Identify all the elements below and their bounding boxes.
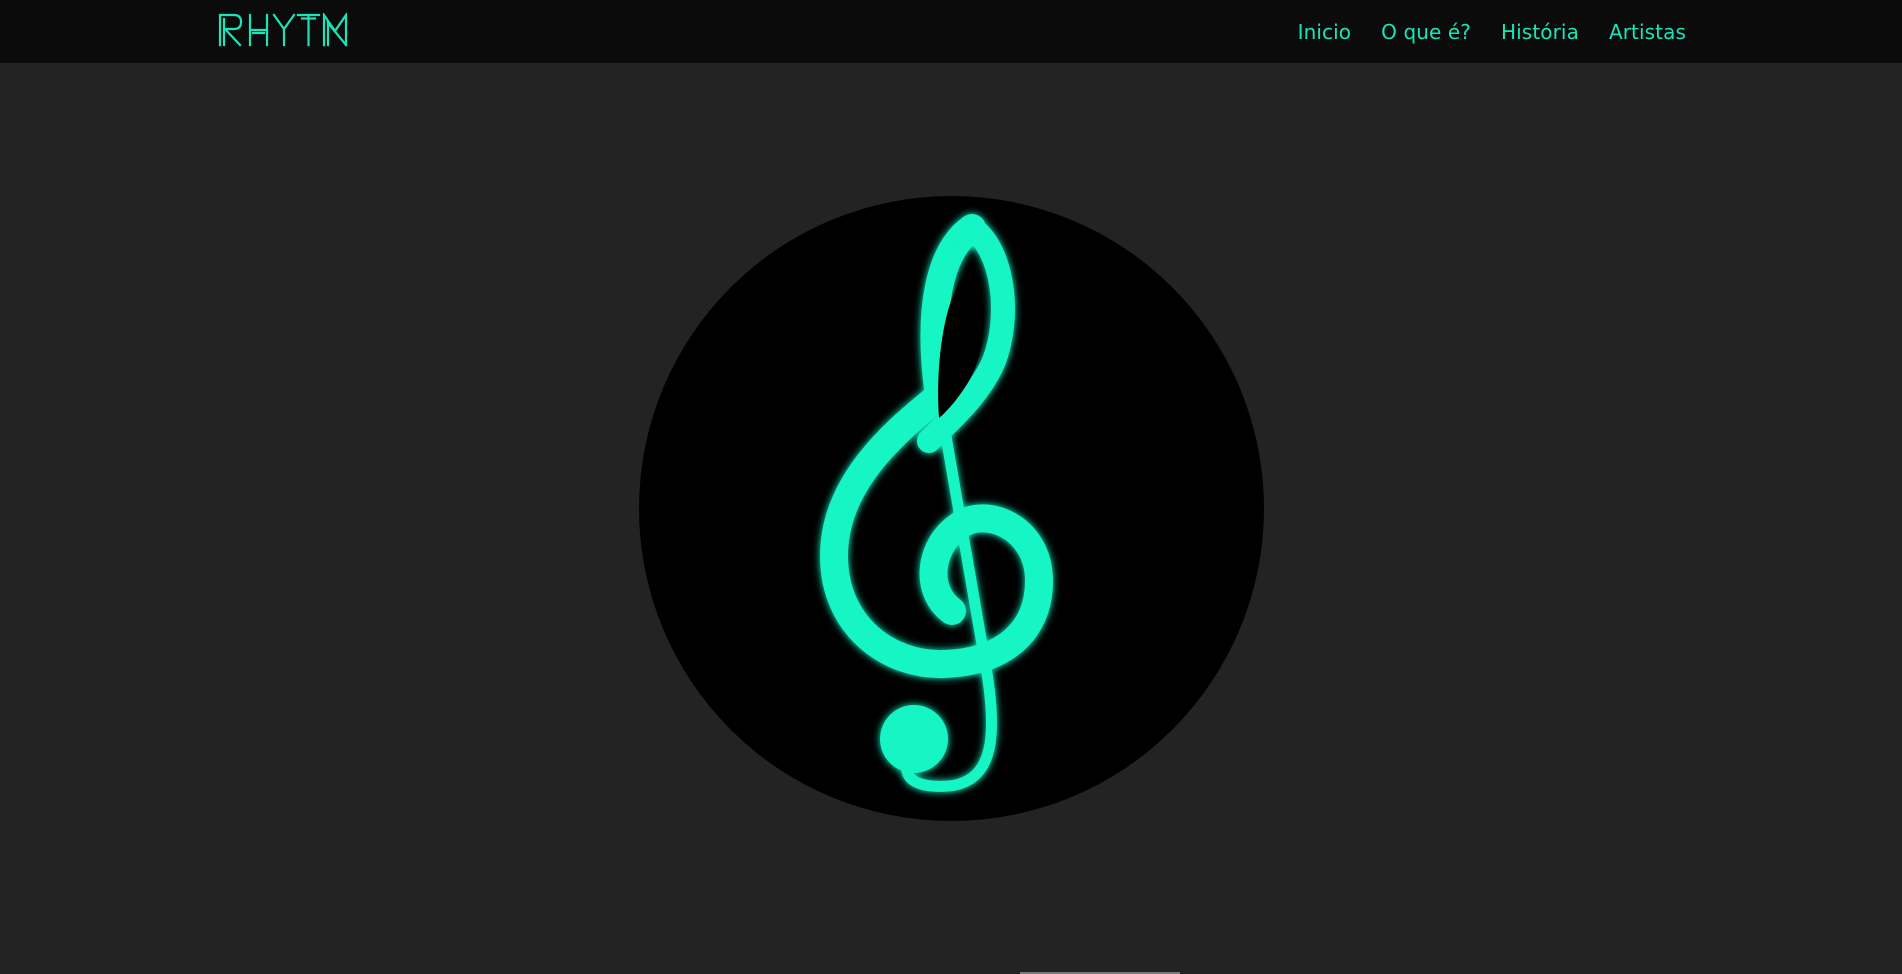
main-content: [0, 63, 1902, 974]
nav-link-artistas[interactable]: Artistas: [1609, 20, 1686, 44]
logo-lettering: [218, 13, 348, 47]
nav-link-o-que-e[interactable]: O que é?: [1381, 20, 1471, 44]
top-navbar: Inicio O que é? História Artistas: [0, 0, 1902, 63]
rhytm-logo[interactable]: [218, 13, 348, 47]
nav-link-inicio[interactable]: Inicio: [1298, 20, 1352, 44]
treble-clef-icon: [820, 214, 1053, 792]
hero-circle: [639, 196, 1264, 821]
main-nav: Inicio O que é? História Artistas: [1298, 0, 1686, 63]
nav-link-historia[interactable]: História: [1501, 20, 1579, 44]
